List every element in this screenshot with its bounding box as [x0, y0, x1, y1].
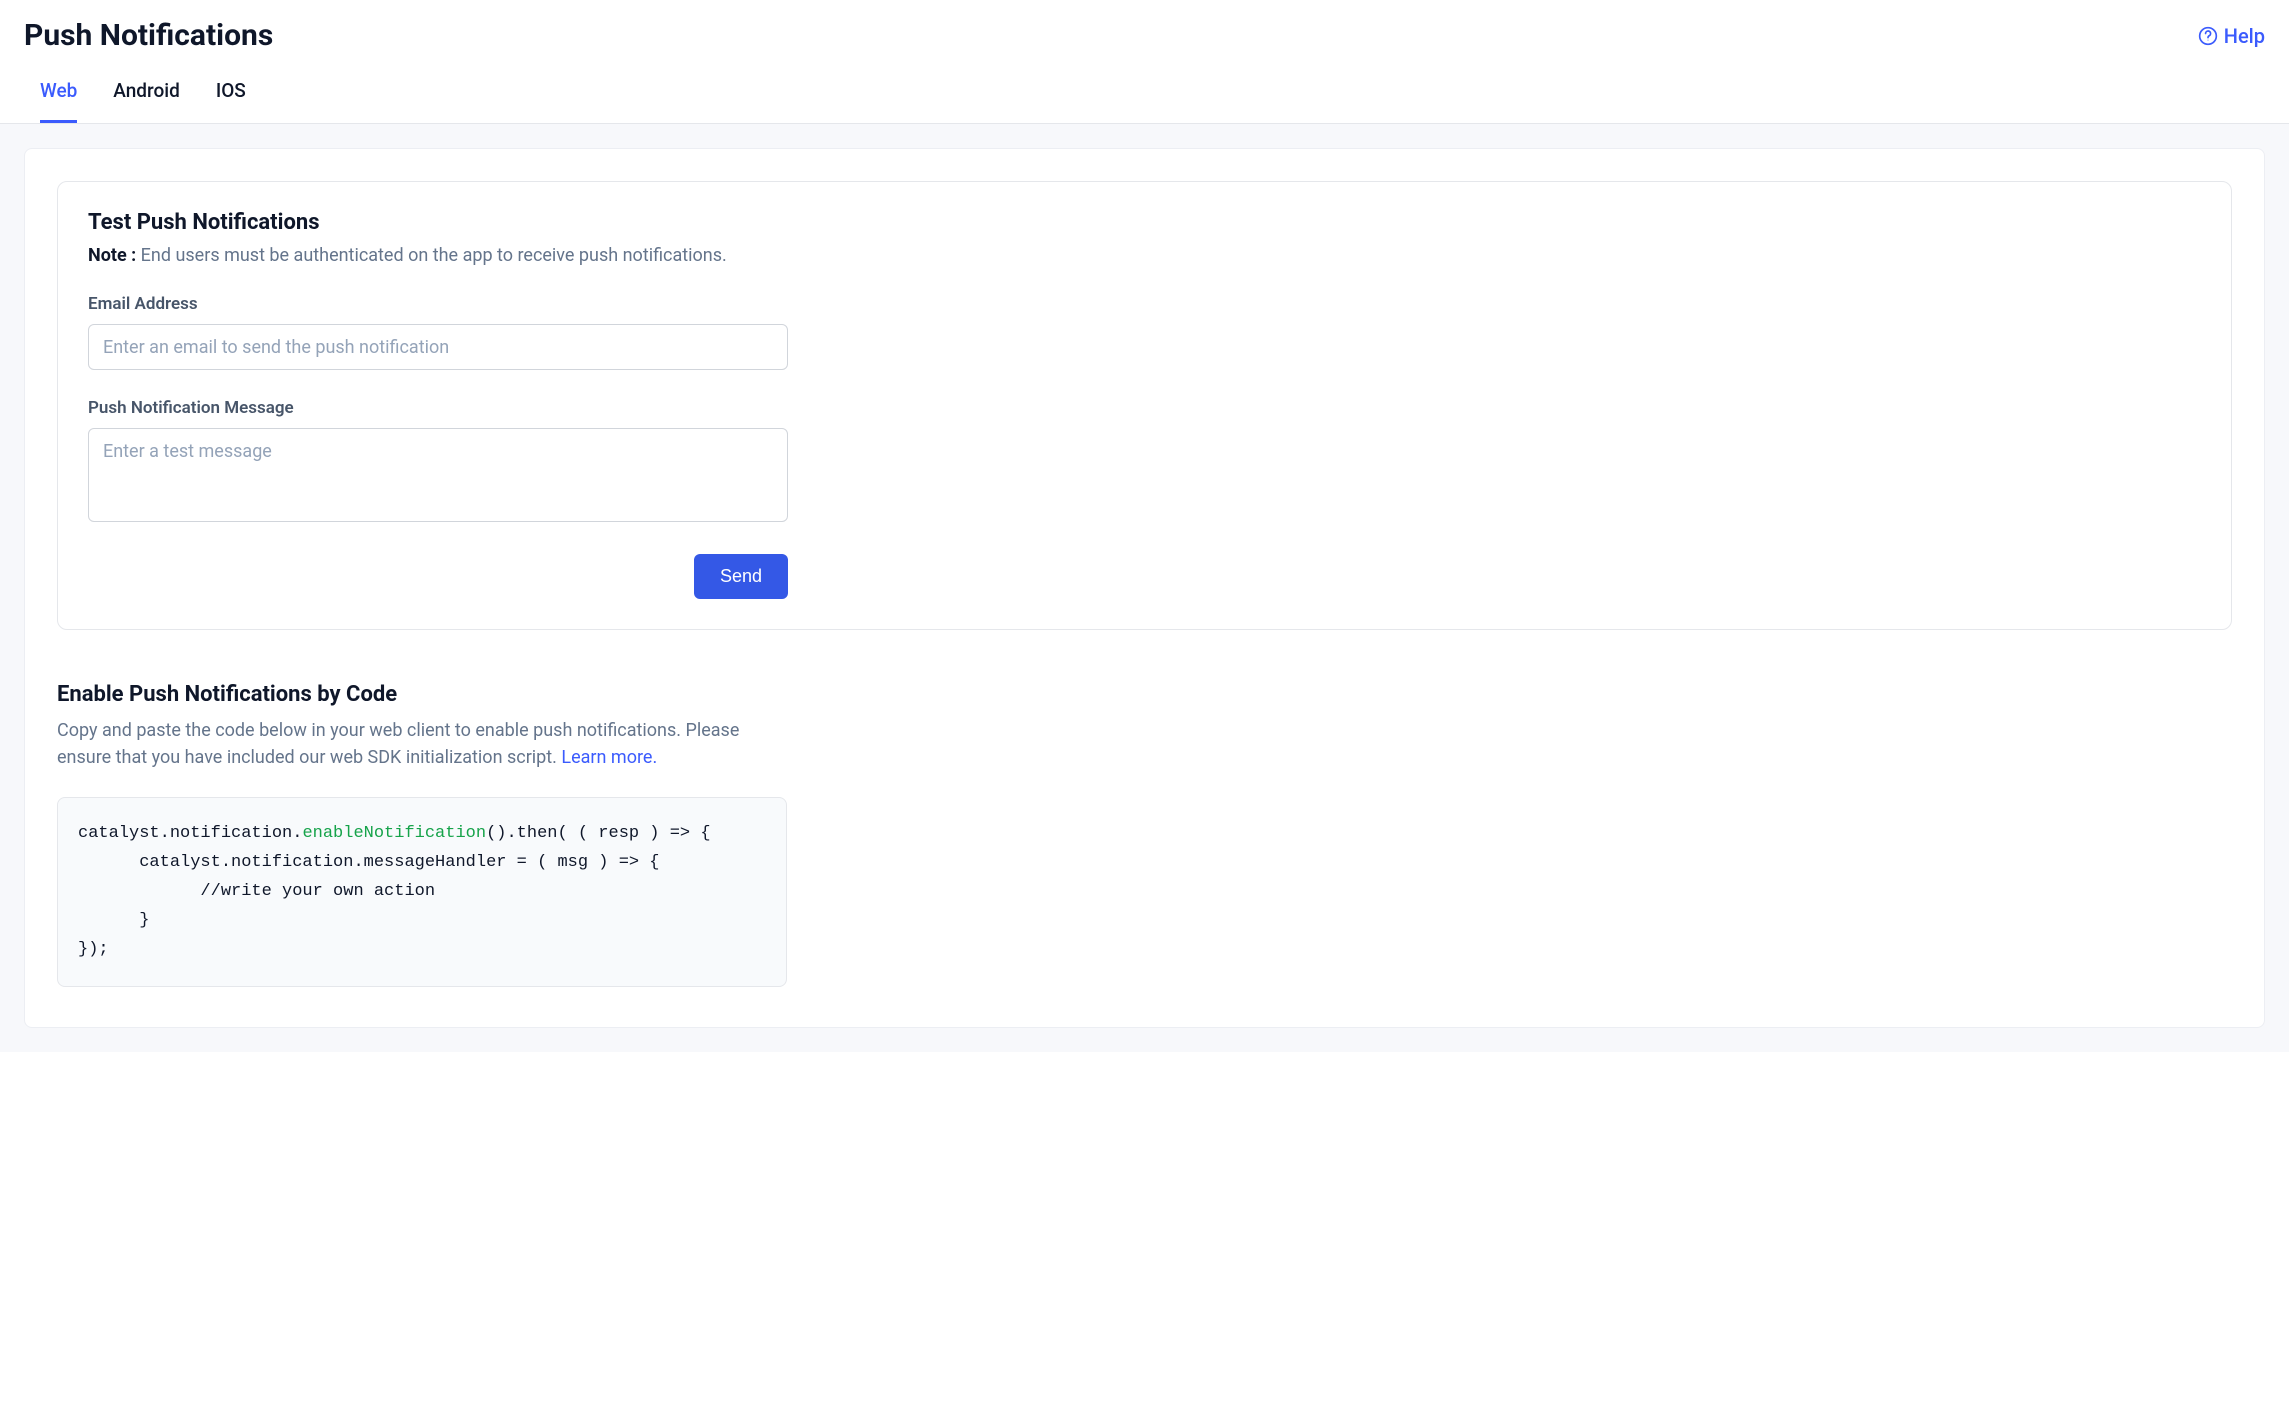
- tab-web[interactable]: Web: [40, 79, 77, 123]
- code-block: catalyst.notification.enableNotification…: [57, 797, 787, 987]
- tab-android[interactable]: Android: [113, 79, 180, 123]
- help-label: Help: [2224, 24, 2265, 48]
- enable-description: Copy and paste the code below in your we…: [57, 717, 777, 771]
- page-header: Push Notifications Web Android IOS Help: [0, 0, 2289, 124]
- email-label: Email Address: [88, 294, 2201, 314]
- note-prefix: Note :: [88, 245, 136, 266]
- help-icon: [2198, 26, 2218, 46]
- main-panel: Test Push Notifications Note : End users…: [24, 148, 2265, 1028]
- message-label: Push Notification Message: [88, 398, 2201, 418]
- send-button[interactable]: Send: [694, 554, 788, 599]
- enable-title: Enable Push Notifications by Code: [57, 682, 2232, 707]
- message-input[interactable]: [88, 428, 788, 522]
- code-fn: enableNotification: [302, 824, 486, 843]
- tab-ios[interactable]: IOS: [216, 79, 246, 123]
- help-link[interactable]: Help: [2198, 18, 2265, 48]
- email-input[interactable]: [88, 324, 788, 370]
- test-card-title: Test Push Notifications: [88, 210, 2201, 235]
- page-title: Push Notifications: [24, 18, 273, 53]
- enable-section: Enable Push Notifications by Code Copy a…: [57, 682, 2232, 987]
- tabs: Web Android IOS: [40, 79, 273, 123]
- learn-more-link[interactable]: Learn more.: [561, 747, 657, 768]
- content-area: Test Push Notifications Note : End users…: [0, 124, 2289, 1052]
- test-push-card: Test Push Notifications Note : End users…: [57, 181, 2232, 630]
- note-text: End users must be authenticated on the a…: [136, 245, 727, 266]
- test-card-note: Note : End users must be authenticated o…: [88, 245, 2201, 266]
